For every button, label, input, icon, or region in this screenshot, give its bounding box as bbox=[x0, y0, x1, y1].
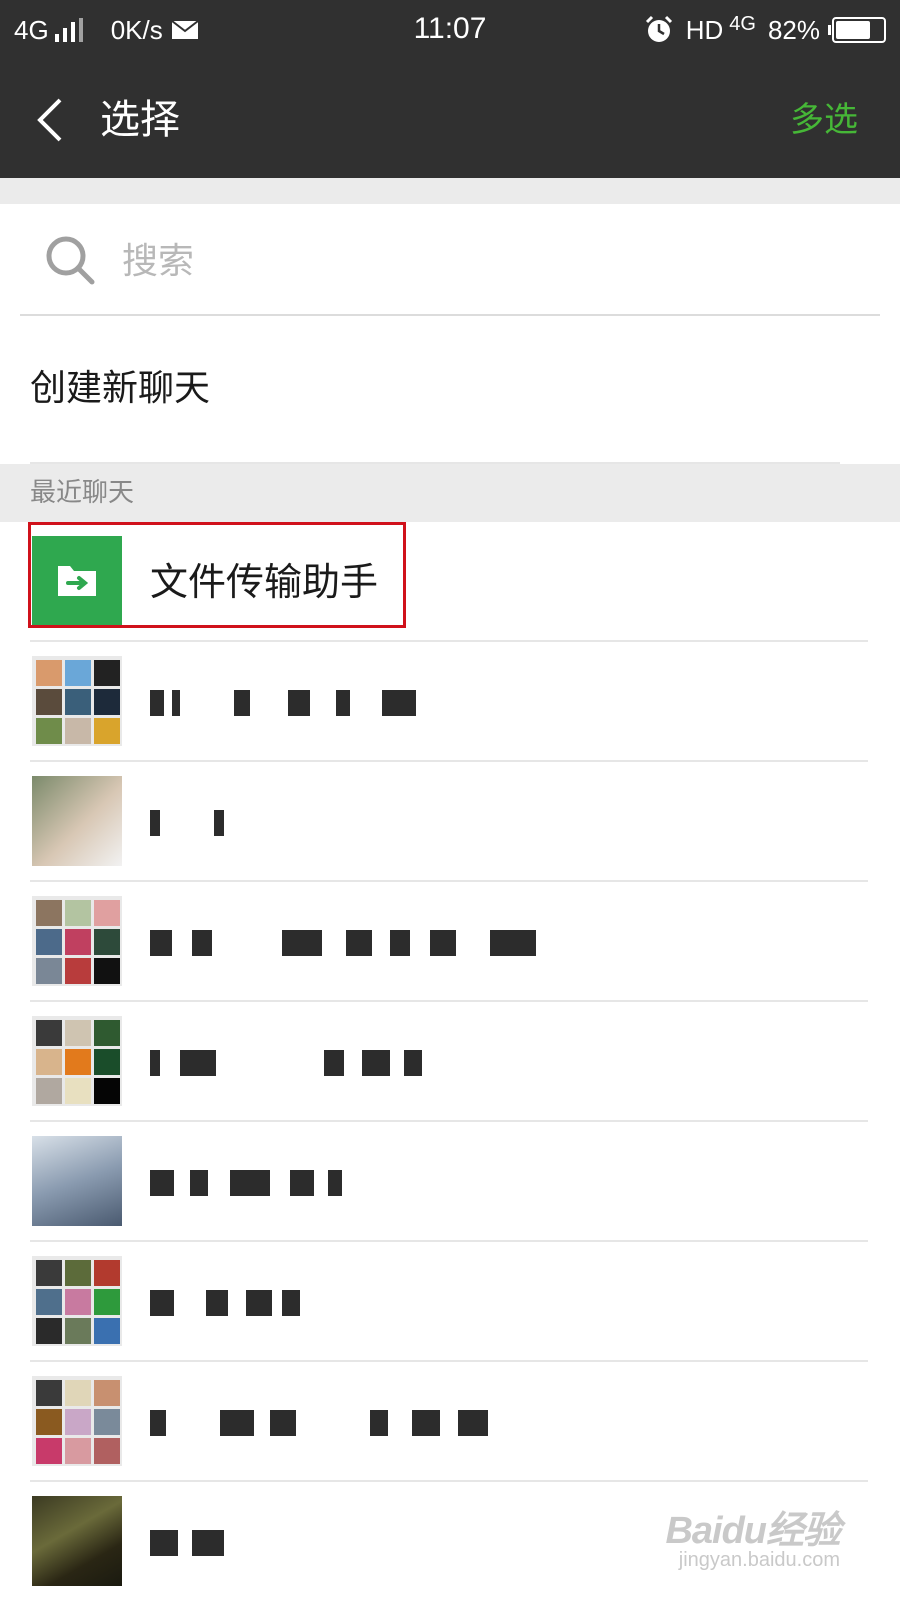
chat-item-file-transfer[interactable]: 文件传输助手 bbox=[0, 522, 900, 642]
chat-item[interactable] bbox=[0, 642, 900, 762]
chat-item[interactable] bbox=[0, 882, 900, 1002]
recent-chat-list: 文件传输助手 bbox=[0, 522, 900, 1600]
watermark-url: jingyan.baidu.com bbox=[678, 1549, 840, 1571]
group-avatar bbox=[32, 656, 122, 746]
multi-select-button[interactable]: 多选 bbox=[790, 96, 858, 144]
alarm-icon bbox=[645, 15, 672, 42]
create-new-chat[interactable]: 创建新聊天 bbox=[0, 316, 900, 464]
chat-item[interactable] bbox=[0, 1362, 900, 1482]
search-input[interactable] bbox=[120, 232, 824, 290]
watermark-logo: Baidu经验 bbox=[665, 1510, 841, 1552]
group-avatar bbox=[32, 1256, 122, 1346]
baidu-watermark: Baidu经验 jingyan.baidu.com bbox=[665, 1499, 841, 1571]
highlight-box bbox=[28, 522, 406, 628]
nav-bar: 选择 多选 bbox=[0, 62, 900, 178]
photo-avatar bbox=[32, 776, 122, 866]
hd-indicator: HD bbox=[685, 14, 724, 45]
recent-chats-header: 最近聊天 bbox=[0, 464, 900, 522]
status-right: HD 4G 82% bbox=[644, 12, 886, 48]
battery-icon bbox=[828, 17, 886, 43]
group-avatar bbox=[32, 896, 122, 986]
create-new-chat-label: 创建新聊天 bbox=[30, 368, 211, 409]
chat-item[interactable] bbox=[0, 1122, 900, 1242]
search-bar bbox=[20, 204, 880, 316]
group-avatar bbox=[32, 1376, 122, 1466]
search-icon bbox=[46, 236, 95, 285]
status-bar: 4G 0K/s 11:07 HD 4G 82% bbox=[0, 0, 900, 62]
chat-item[interactable] bbox=[0, 1242, 900, 1362]
photo-avatar bbox=[32, 1496, 122, 1586]
chat-item[interactable] bbox=[0, 762, 900, 882]
back-arrow-icon[interactable] bbox=[30, 92, 80, 148]
chat-item[interactable] bbox=[0, 1002, 900, 1122]
page-title: 选择 bbox=[100, 97, 180, 143]
divider-strip bbox=[0, 178, 900, 204]
recent-chats-label: 最近聊天 bbox=[30, 478, 135, 508]
group-avatar bbox=[32, 1016, 122, 1106]
photo-avatar bbox=[32, 1136, 122, 1226]
battery-percent: 82% bbox=[767, 14, 820, 45]
network-type-right: 4G bbox=[729, 13, 756, 35]
